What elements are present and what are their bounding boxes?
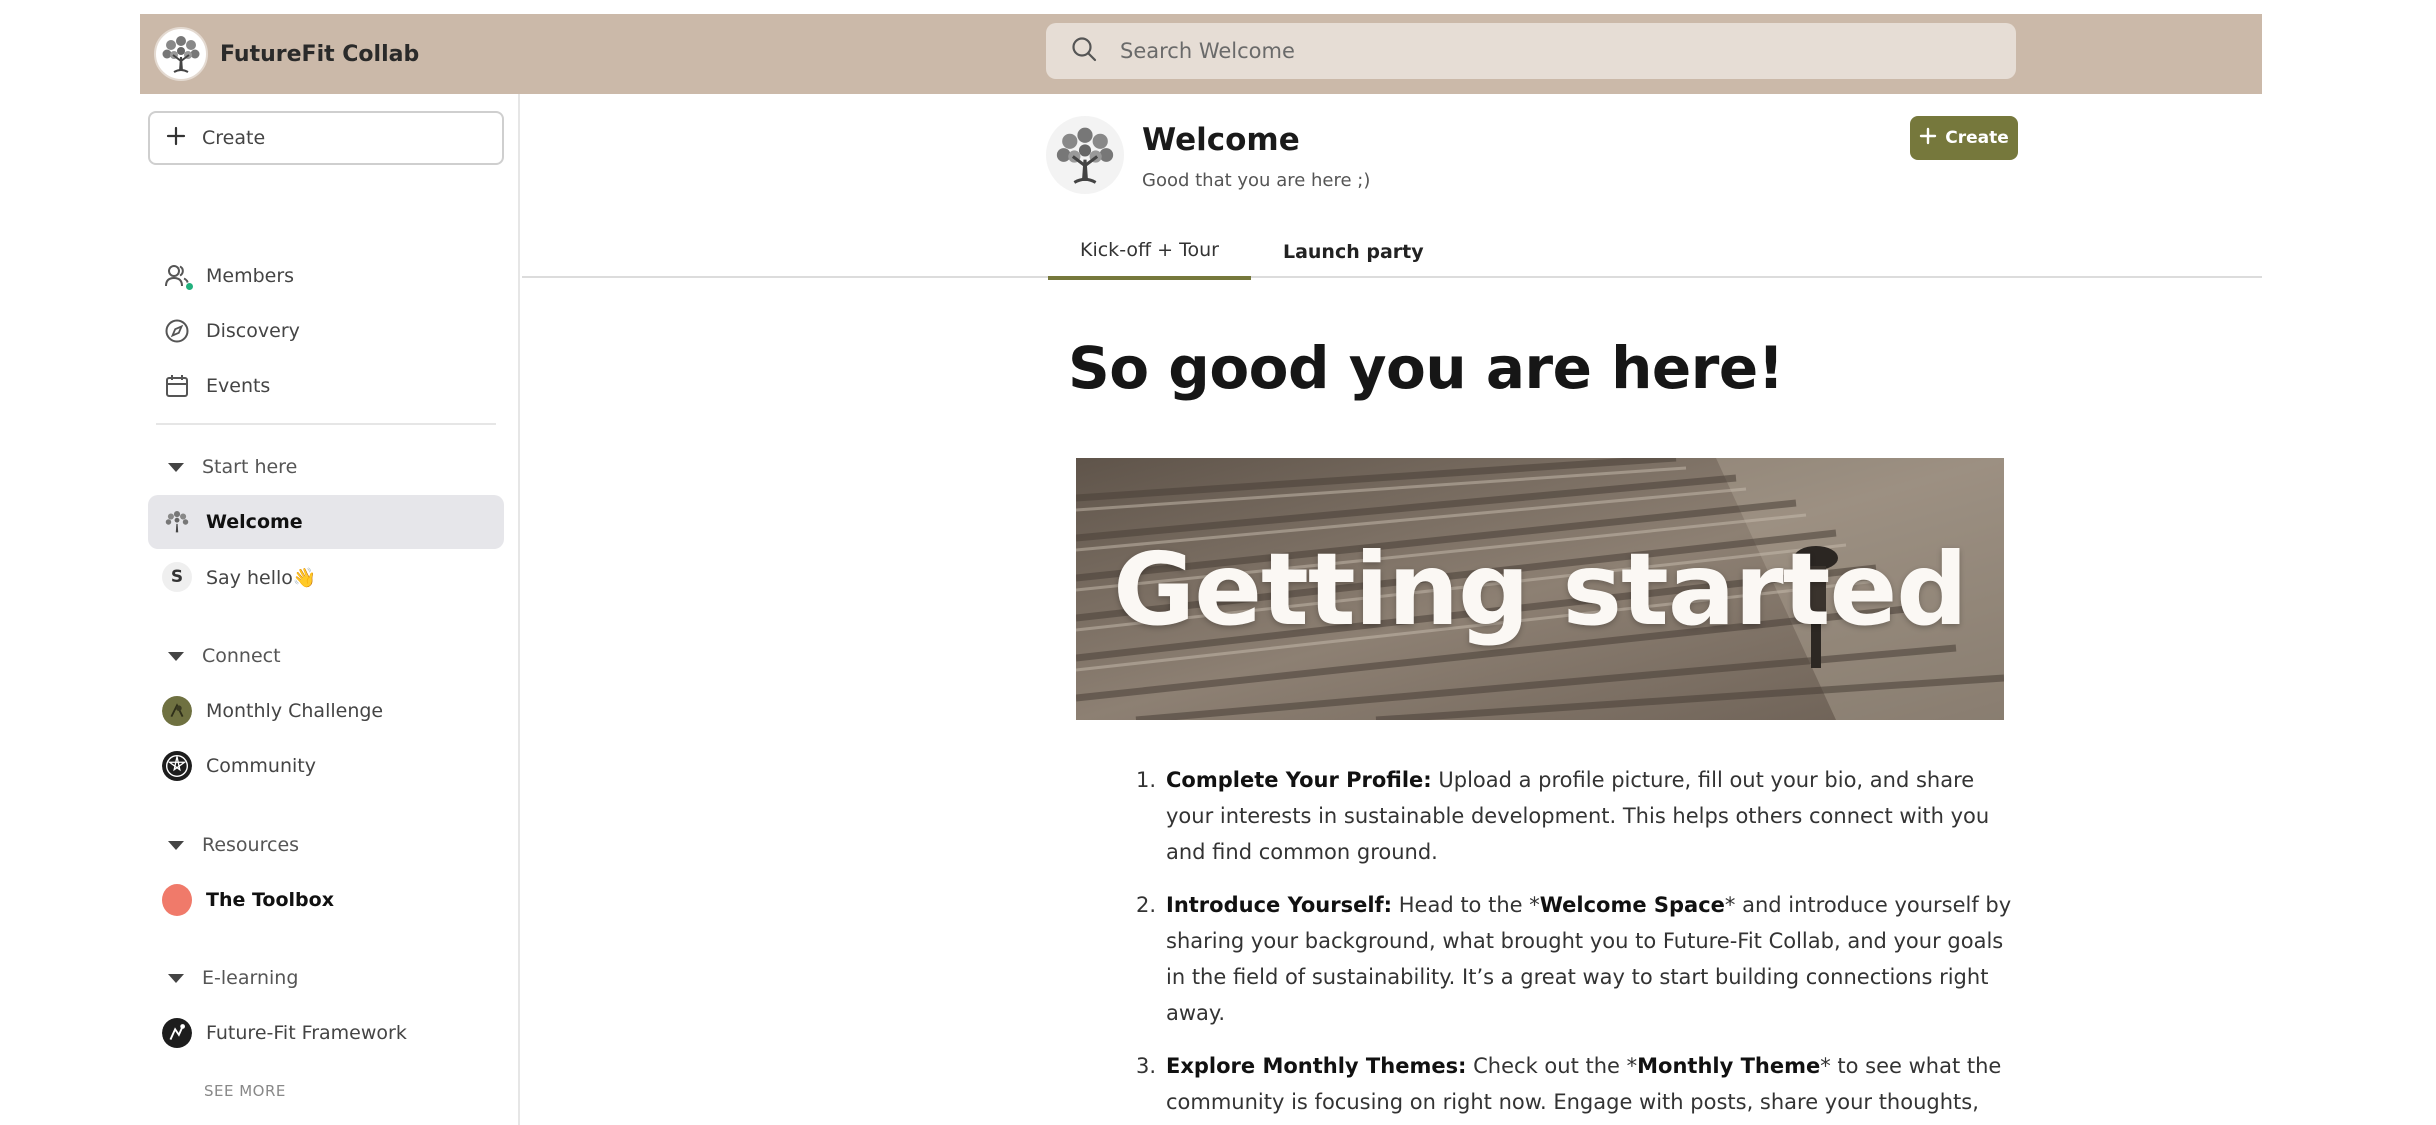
- tabs: Kick-off + Tour Launch party: [1048, 224, 1456, 280]
- caret-down-icon: [168, 651, 184, 661]
- see-more-link[interactable]: SEE MORE: [204, 1082, 286, 1100]
- toolbox-avatar: [162, 884, 192, 916]
- monthly-challenge-avatar: [162, 696, 192, 726]
- space-letter-avatar: S: [162, 562, 192, 592]
- tree-logo-icon: [154, 27, 208, 81]
- tree-logo-icon: [162, 507, 192, 537]
- sidebar-item-label: Members: [206, 265, 295, 287]
- section-title: Start here: [202, 456, 298, 478]
- sidebar-create-label: Create: [202, 127, 266, 149]
- sidebar: Create Members Discovery Events Start he…: [140, 94, 520, 1125]
- caret-down-icon: [168, 462, 184, 472]
- list-item: 1. Complete Your Profile: Upload a profi…: [1120, 762, 2020, 870]
- caret-down-icon: [168, 973, 184, 983]
- create-button[interactable]: Create: [1910, 116, 2018, 160]
- sidebar-item-members[interactable]: Members: [148, 249, 504, 303]
- page-heading: So good you are here!: [1068, 334, 1784, 402]
- tab-kick-off-tour[interactable]: Kick-off + Tour: [1048, 224, 1251, 280]
- framework-avatar: [162, 1018, 192, 1048]
- brand[interactable]: FutureFit Collab: [154, 22, 419, 86]
- caret-down-icon: [168, 840, 184, 850]
- search-bar[interactable]: Search Welcome: [1046, 23, 2016, 79]
- getting-started-banner: Getting started: [1076, 458, 2004, 720]
- steps-list: 1. Complete Your Profile: Upload a profi…: [1120, 762, 2020, 1125]
- sidebar-item-label: Community: [206, 755, 316, 777]
- space-subtitle: Good that you are here ;): [1142, 170, 1371, 191]
- step-title: Introduce Yourself:: [1166, 893, 1393, 917]
- step-text: Check out the *: [1466, 1054, 1638, 1078]
- plus-icon: [166, 126, 186, 151]
- online-indicator: [185, 282, 194, 291]
- section-resources[interactable]: Resources: [148, 825, 504, 865]
- sidebar-divider: [156, 423, 496, 425]
- sidebar-create-button[interactable]: Create: [148, 111, 504, 165]
- space-title: Welcome: [1142, 122, 1300, 158]
- list-number: 1.: [1136, 768, 1157, 792]
- section-connect[interactable]: Connect: [148, 636, 504, 676]
- search-input[interactable]: Search Welcome: [1120, 39, 1295, 63]
- sidebar-item-label: Events: [206, 375, 271, 397]
- create-button-label: Create: [1945, 128, 2009, 148]
- top-bar: FutureFit Collab Search Welcome: [140, 14, 2262, 94]
- list-item: 2. Introduce Yourself: Head to the *Welc…: [1120, 887, 2020, 1031]
- sidebar-item-label: Discovery: [206, 320, 300, 342]
- list-item: 3. Explore Monthly Themes: Check out the…: [1120, 1048, 2020, 1120]
- step-title: Complete Your Profile:: [1166, 768, 1432, 792]
- community-avatar: [162, 751, 192, 781]
- section-title: E-learning: [202, 967, 299, 989]
- step-emphasis: Monthly Theme: [1637, 1054, 1821, 1078]
- sidebar-item-welcome[interactable]: Welcome: [148, 495, 504, 549]
- section-e-learning[interactable]: E-learning: [148, 958, 504, 998]
- section-title: Connect: [202, 645, 281, 667]
- app-window: FutureFit Collab Search Welcome Create M…: [140, 0, 2262, 1125]
- calendar-icon: [162, 371, 192, 401]
- plus-icon: [1919, 127, 1937, 150]
- step-text: Head to the *: [1392, 893, 1540, 917]
- app-name: FutureFit Collab: [220, 41, 420, 67]
- space-header: Welcome Good that you are here ;): [1046, 116, 1370, 194]
- sidebar-item-label: Welcome: [206, 511, 303, 533]
- list-number: 3.: [1136, 1054, 1157, 1078]
- sidebar-item-the-toolbox[interactable]: The Toolbox: [148, 873, 504, 927]
- sidebar-item-say-hello[interactable]: S Say hello👋: [148, 550, 504, 604]
- sidebar-item-monthly-challenge[interactable]: Monthly Challenge: [148, 684, 504, 738]
- search-icon: [1070, 35, 1098, 67]
- sidebar-item-events[interactable]: Events: [148, 359, 504, 413]
- step-emphasis: Welcome Space: [1539, 893, 1725, 917]
- members-icon: [162, 261, 194, 291]
- sidebar-item-future-fit-framework[interactable]: Future-Fit Framework: [148, 1006, 504, 1060]
- sidebar-item-discovery[interactable]: Discovery: [148, 304, 504, 358]
- step-title: Explore Monthly Themes:: [1166, 1054, 1467, 1078]
- tree-logo-icon: [1046, 116, 1124, 194]
- main-content: Welcome Good that you are here ;) Create…: [522, 94, 2262, 1125]
- sidebar-item-community[interactable]: Community: [148, 739, 504, 793]
- tab-launch-party[interactable]: Launch party: [1251, 224, 1456, 280]
- sidebar-item-label: Future-Fit Framework: [206, 1022, 407, 1044]
- section-title: Resources: [202, 834, 300, 856]
- sidebar-item-label: Monthly Challenge: [206, 700, 384, 722]
- sidebar-item-label: Say hello👋: [206, 566, 317, 589]
- compass-icon: [162, 316, 192, 346]
- sidebar-item-label: The Toolbox: [206, 889, 334, 911]
- section-start-here[interactable]: Start here: [148, 447, 504, 487]
- list-number: 2.: [1136, 893, 1157, 917]
- banner-text: Getting started: [1113, 530, 1968, 648]
